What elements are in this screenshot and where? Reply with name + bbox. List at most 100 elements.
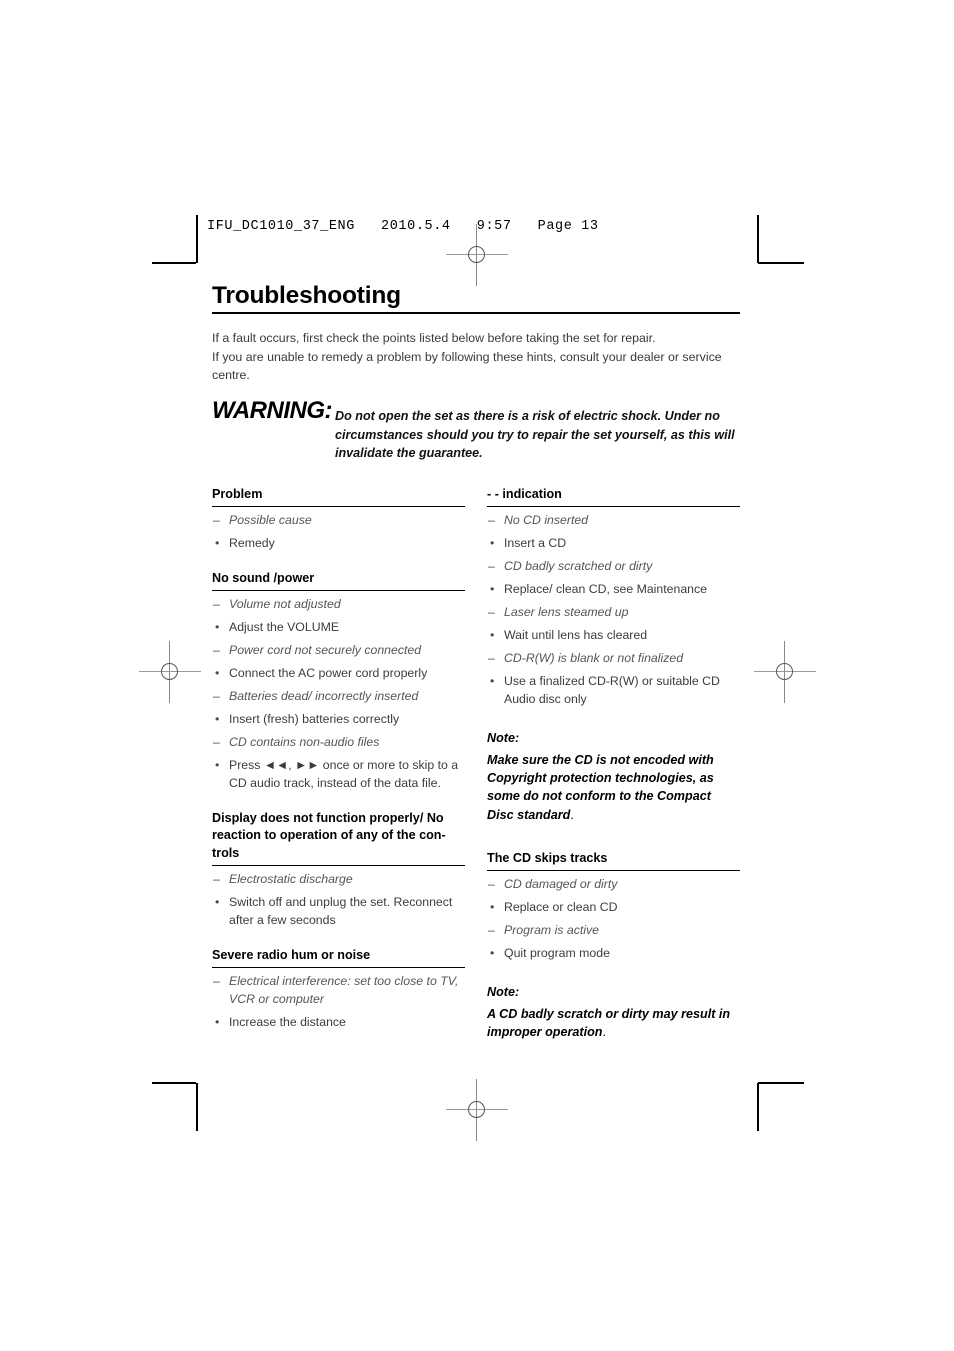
- section-heading: Display does not function properly/ No r…: [212, 810, 465, 867]
- print-slug: IFU_DC1010_37_ENG 2010.5.4 9:57 Page 13: [207, 219, 599, 234]
- remedy-item: • Remedy: [212, 535, 465, 553]
- section-item-list: – Possible cause • Remedy: [212, 512, 465, 553]
- dash-marker-icon: –: [488, 513, 495, 528]
- possible-cause-item: – Electrical interference: set too close …: [212, 973, 465, 1009]
- warning-block: WARNING: Do not open the set as there is…: [212, 399, 740, 462]
- registration-mark-ring: [776, 663, 793, 680]
- section-item-list: – Volume not adjusted • Adjust the VOLUME – P…: [212, 596, 465, 793]
- item-text: Electrostatic discharge: [229, 872, 353, 887]
- section-heading: - - indication: [487, 486, 740, 508]
- item-text: Batteries dead/ incorrectly inserted: [229, 688, 419, 703]
- note-body-tail: .: [570, 807, 574, 822]
- possible-cause-item: – Possible cause: [212, 512, 465, 530]
- bullet-marker-icon: •: [490, 628, 495, 643]
- right-column-sections: - - indication – No CD inserted • Insert a C…: [487, 486, 740, 708]
- intro-paragraph: If a fault occurs, first check the point…: [212, 329, 740, 386]
- troubleshooting-section: - - indication – No CD inserted • Insert a C…: [487, 486, 740, 708]
- item-text: Power cord not securely connected: [229, 642, 422, 657]
- crop-mark-bottom-right-vertical: [757, 1083, 759, 1131]
- item-text: CD damaged or dirty: [504, 876, 618, 891]
- bullet-marker-icon: •: [215, 665, 220, 680]
- item-text: Press ◄◄, ►► once or more to skip to a C…: [229, 757, 459, 790]
- page-title: Troubleshooting: [212, 282, 401, 309]
- dash-marker-icon: –: [213, 642, 220, 657]
- section-item-list: – Electrostatic discharge • Switch off and …: [212, 871, 465, 930]
- bullet-marker-icon: •: [215, 619, 220, 634]
- item-text: Replace or clean CD: [504, 899, 618, 914]
- dash-marker-icon: –: [213, 872, 220, 887]
- section-item-list: – CD damaged or dirty • Replace or clean CD…: [487, 876, 740, 963]
- item-text: Laser lens steamed up: [504, 605, 629, 620]
- bullet-marker-icon: •: [490, 899, 495, 914]
- dash-marker-icon: –: [213, 513, 220, 528]
- troubleshooting-section: Problem – Possible cause • Remedy: [212, 486, 465, 553]
- note-body-text: Make sure the CD is not encoded with Cop…: [487, 752, 714, 822]
- possible-cause-item: – CD badly scratched or dirty: [487, 558, 740, 576]
- remedy-item: • Increase the distance: [212, 1014, 465, 1032]
- remedy-item: • Switch off and unplug the set. Reconnec…: [212, 894, 465, 930]
- bullet-marker-icon: •: [490, 536, 495, 551]
- remedy-item: • Wait until lens has cleared: [487, 627, 740, 645]
- troubleshooting-section: Display does not function properly/ No r…: [212, 810, 465, 930]
- note-block-scratched-cd: Note: A CD badly scratch or dirty may re…: [487, 985, 740, 1042]
- dash-marker-icon: –: [488, 605, 495, 620]
- item-text: Wait until lens has cleared: [504, 628, 648, 643]
- bullet-marker-icon: •: [490, 945, 495, 960]
- remedy-item: • Insert (fresh) batteries correctly: [212, 711, 465, 729]
- note-body-tail: .: [602, 1024, 606, 1039]
- dash-marker-icon: –: [213, 973, 220, 988]
- registration-mark-right: [754, 641, 816, 703]
- registration-mark-ring: [468, 246, 485, 263]
- registration-mark-bottom-center: [446, 1079, 508, 1141]
- item-text: Increase the distance: [229, 1014, 346, 1029]
- remedy-item: • Replace/ clean CD, see Maintenance: [487, 581, 740, 599]
- registration-mark-ring: [161, 663, 178, 680]
- bullet-marker-icon: •: [215, 757, 220, 772]
- crop-mark-top-left-horizontal: [152, 262, 196, 264]
- dash-marker-icon: –: [213, 734, 220, 749]
- item-text: Use a finalized CD-R(W) or suitable CD A…: [504, 673, 720, 706]
- remedy-item: • Adjust the VOLUME: [212, 619, 465, 637]
- possible-cause-item: – CD damaged or dirty: [487, 876, 740, 894]
- crop-mark-bottom-right-horizontal: [758, 1082, 804, 1084]
- warning-text: Do not open the set as there is a risk o…: [334, 409, 735, 460]
- note-label: Note:: [487, 730, 520, 745]
- crop-mark-bottom-left-horizontal: [152, 1082, 196, 1084]
- bullet-marker-icon: •: [490, 582, 495, 597]
- title-rule: [212, 311, 740, 314]
- item-text: Switch off and unplug the set. Reconnect…: [229, 895, 453, 928]
- note-body: A CD badly scratch or dirty may result i…: [487, 1005, 740, 1042]
- possible-cause-item: – Laser lens steamed up: [487, 604, 740, 622]
- section-item-list: – No CD inserted • Insert a CD – CD badly scr…: [487, 512, 740, 709]
- dash-marker-icon: –: [488, 922, 495, 937]
- dash-marker-icon: –: [488, 559, 495, 574]
- possible-cause-item: – CD contains non-audio files: [212, 734, 465, 752]
- warning-label: WARNING:: [212, 397, 332, 425]
- item-text: Volume not adjusted: [229, 597, 341, 612]
- possible-cause-item: – Power cord not securely connected: [212, 642, 465, 660]
- possible-cause-item: – Volume not adjusted: [212, 596, 465, 614]
- possible-cause-item: – Batteries dead/ incorrectly inserted: [212, 688, 465, 706]
- remedy-item: • Insert a CD: [487, 535, 740, 553]
- remedy-item: • Replace or clean CD: [487, 899, 740, 917]
- remedy-item: • Quit program mode: [487, 945, 740, 963]
- dash-marker-icon: –: [213, 688, 220, 703]
- item-text: Connect the AC power cord properly: [229, 665, 428, 680]
- possible-cause-item: – Electrostatic discharge: [212, 871, 465, 889]
- item-text: Program is active: [504, 922, 599, 937]
- note-label: Note:: [487, 984, 520, 999]
- left-column-sections: Problem – Possible cause • Remedy No sound /p…: [212, 486, 465, 1031]
- troubleshooting-columns: Problem – Possible cause • Remedy No sound /p…: [212, 486, 740, 1041]
- section-heading: The CD skips tracks: [487, 850, 740, 871]
- note-block-cd-encoding: Note: Make sure the CD is not encoded wi…: [487, 731, 740, 824]
- possible-cause-item: – Program is active: [487, 922, 740, 940]
- intro-line-2: If you are unable to remedy a problem by…: [212, 349, 722, 383]
- intro-line-1: If a fault occurs, first check the point…: [212, 330, 656, 345]
- note-body-text: A CD badly scratch or dirty may result i…: [487, 1006, 731, 1039]
- section-item-list: – Electrical interference: set too close …: [212, 973, 465, 1032]
- item-text: No CD inserted: [504, 513, 589, 528]
- slug-rule-right: [757, 215, 759, 263]
- remedy-item: • Press ◄◄, ►► once or more to skip to a …: [212, 757, 465, 793]
- item-text: Possible cause: [229, 513, 312, 528]
- bullet-marker-icon: •: [215, 536, 220, 551]
